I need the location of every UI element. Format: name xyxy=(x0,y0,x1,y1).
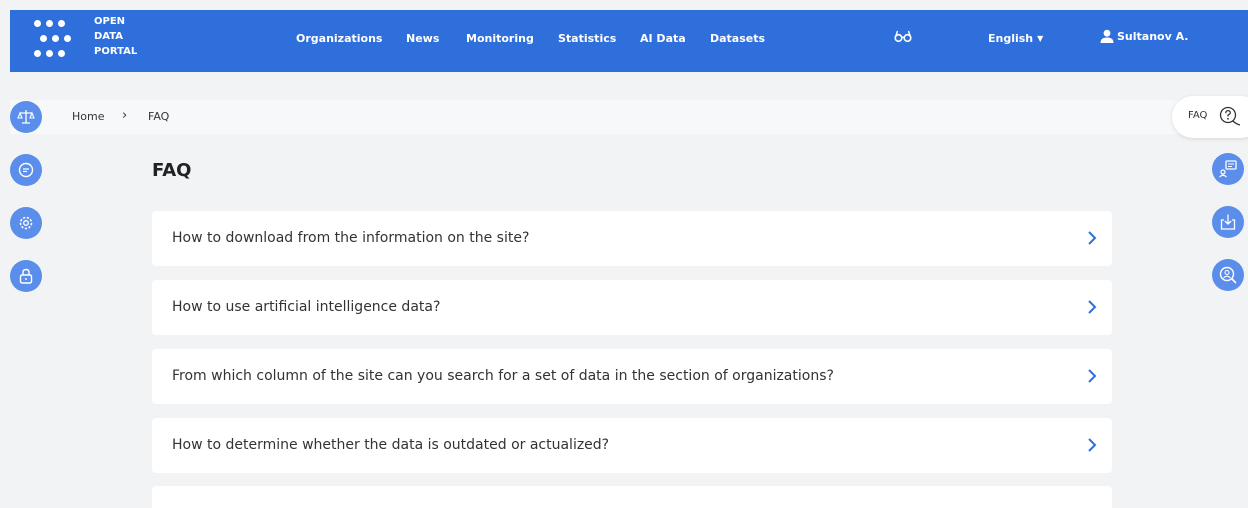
user-icon xyxy=(1100,29,1114,43)
search-person-icon xyxy=(1219,266,1237,284)
chat-icon xyxy=(18,162,34,178)
breadcrumb-separator: › xyxy=(122,108,128,123)
nav-ai-data[interactable]: AI Data xyxy=(640,32,686,45)
settings-icon xyxy=(19,216,33,230)
breadcrumb-current: FAQ xyxy=(148,110,170,123)
nav-news[interactable]: News xyxy=(406,32,439,45)
top-header: OPEN DATA PORTAL Organizations News Moni… xyxy=(10,10,1248,72)
settings-button[interactable] xyxy=(10,207,42,239)
faq-item-partial[interactable] xyxy=(152,486,1112,508)
logo-dot xyxy=(64,35,71,42)
lock-icon xyxy=(19,268,33,284)
logo-dot xyxy=(58,50,65,57)
logo-line-data: DATA xyxy=(94,31,124,42)
download-icon xyxy=(1220,214,1236,230)
faq-item[interactable]: From which column of the site can you se… xyxy=(152,349,1112,404)
faq-item[interactable]: How to determine whether the data is out… xyxy=(152,418,1112,473)
logo-dot xyxy=(40,35,47,42)
logo-dot xyxy=(46,50,53,57)
chevron-right-icon xyxy=(1088,300,1097,314)
logo-line-portal: PORTAL xyxy=(94,46,138,57)
nav-datasets[interactable]: Datasets xyxy=(710,32,765,45)
logo-dot xyxy=(52,35,59,42)
chevron-right-icon xyxy=(1088,369,1097,383)
glasses-icon[interactable] xyxy=(894,29,912,47)
faq-pill-label: FAQ xyxy=(1188,110,1208,121)
chat-button[interactable] xyxy=(10,154,42,186)
download-button[interactable] xyxy=(1212,206,1244,238)
nav-statistics[interactable]: Statistics xyxy=(558,32,616,45)
logo-text: OPEN DATA PORTAL xyxy=(94,14,137,59)
scales-icon xyxy=(17,110,35,124)
faq-question-icon xyxy=(1219,106,1241,126)
nav-monitoring[interactable]: Monitoring xyxy=(466,32,534,45)
faq-question: How to download from the information on … xyxy=(172,230,530,246)
feedback-button[interactable] xyxy=(1212,153,1244,185)
feedback-icon xyxy=(1219,160,1237,178)
faq-question: How to determine whether the data is out… xyxy=(172,437,610,453)
language-selector[interactable]: English ▼ xyxy=(988,32,1043,45)
scales-button[interactable] xyxy=(10,101,42,133)
faq-pill-button[interactable]: FAQ xyxy=(1172,96,1248,138)
logo-dot xyxy=(46,20,53,27)
chevron-right-icon xyxy=(1088,438,1097,452)
user-menu[interactable]: Sultanov A. xyxy=(1100,29,1189,43)
user-name: Sultanov A. xyxy=(1117,30,1189,43)
page-title: FAQ xyxy=(152,160,192,181)
lock-button[interactable] xyxy=(10,260,42,292)
faq-item[interactable]: How to use artificial intelligence data? xyxy=(152,280,1112,335)
logo-line-open: OPEN xyxy=(94,16,126,27)
search-person-button[interactable] xyxy=(1212,259,1244,291)
logo-dot xyxy=(58,20,65,27)
nav-organizations[interactable]: Organizations xyxy=(296,32,382,45)
breadcrumb-home[interactable]: Home xyxy=(72,110,104,123)
caret-down-icon: ▼ xyxy=(1037,34,1044,43)
breadcrumb: Home › FAQ xyxy=(10,100,1220,134)
logo-dot xyxy=(34,20,41,27)
faq-question: How to use artificial intelligence data? xyxy=(172,299,441,315)
chevron-right-icon xyxy=(1088,231,1097,245)
language-label: English xyxy=(988,32,1034,45)
faq-item[interactable]: How to download from the information on … xyxy=(152,211,1112,266)
faq-question: From which column of the site can you se… xyxy=(172,368,834,384)
logo-dot xyxy=(34,50,41,57)
portal-logo[interactable]: OPEN DATA PORTAL xyxy=(32,14,162,68)
